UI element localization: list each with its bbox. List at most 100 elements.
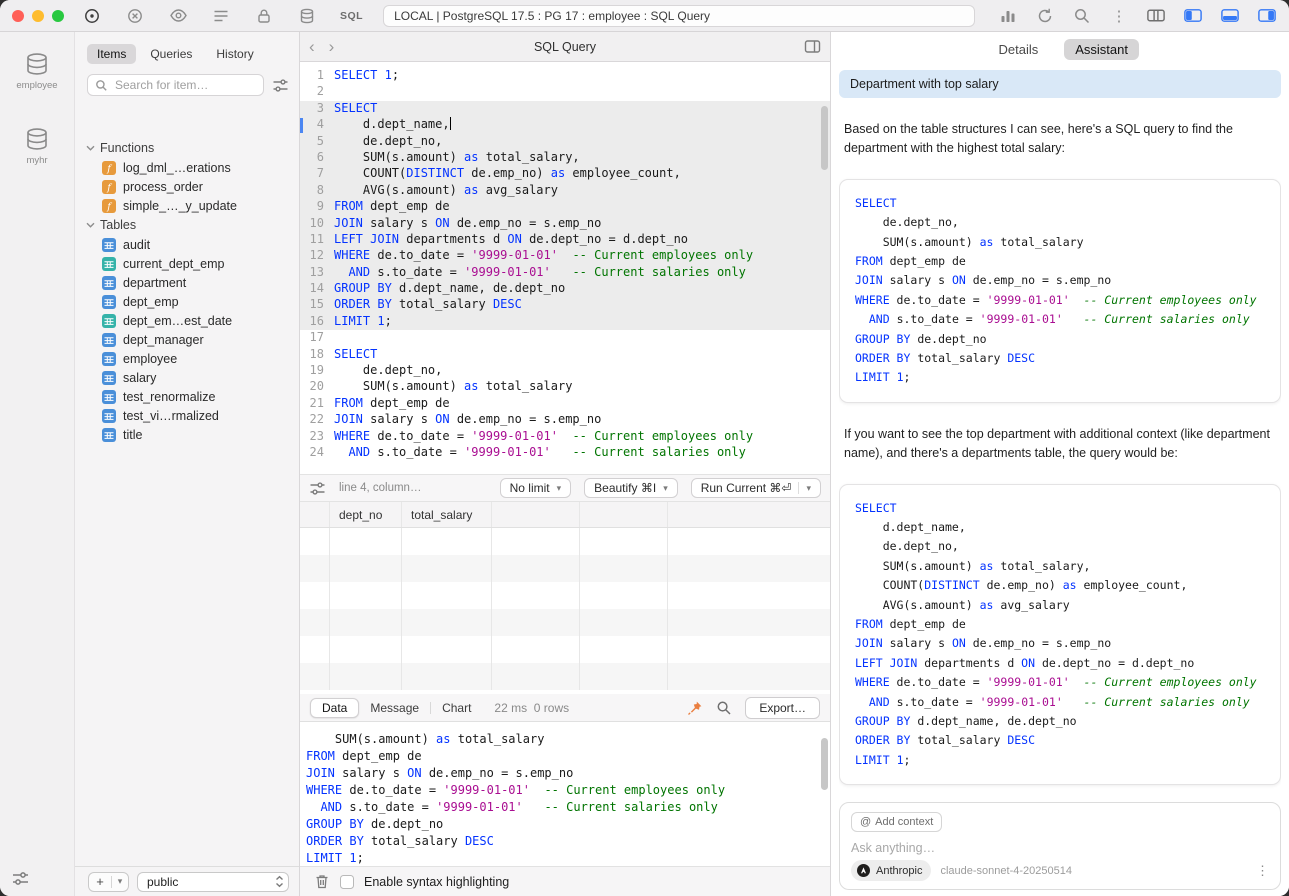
column-header[interactable]: dept_no [330,502,402,527]
minimize-button[interactable] [32,10,44,22]
sidebar-item[interactable]: fsimple_…_y_update [75,196,299,215]
sidebar-item[interactable]: title [75,425,299,444]
search-results-icon[interactable] [716,700,732,716]
kebab-menu-icon[interactable]: ⋮ [1109,6,1129,26]
sidebar-item[interactable]: dept_em…est_date [75,311,299,330]
table-row[interactable] [300,528,830,555]
tab-details[interactable]: Details [999,42,1039,57]
message-panel[interactable]: SUM(s.amount) as total_salaryFROM dept_e… [300,722,830,866]
add-item-button[interactable]: + ▾ [88,872,129,892]
item-label: test_renormalize [123,390,215,404]
sidebar-item[interactable]: employee [75,349,299,368]
sidebar-item[interactable]: dept_manager [75,330,299,349]
search-icon[interactable] [1072,6,1092,26]
syntax-highlighting-checkbox[interactable] [340,875,354,889]
provider-selector[interactable]: Anthropic [851,860,931,881]
editor-line: 16LIMIT 1; [300,314,830,330]
sidebar-item[interactable]: current_dept_emp [75,254,299,273]
item-search[interactable] [87,74,264,96]
chart-icon[interactable] [998,6,1018,26]
code-line: GROUP BY de.dept_no [855,330,1265,349]
table-row[interactable] [300,555,830,582]
sidebar-item[interactable]: department [75,273,299,292]
sidebar-item[interactable]: dept_emp [75,292,299,311]
beautify-dropdown[interactable]: Beautify ⌘I ▾ [584,478,678,498]
forward-icon[interactable]: › [329,38,335,55]
connection-employee[interactable]: employee [0,52,74,91]
editor-tab-header: ‹ › SQL Query [300,32,830,62]
tab-message[interactable]: Message [359,699,430,717]
limit-dropdown[interactable]: No limit ▾ [500,478,572,498]
export-button[interactable]: Export… [745,697,820,719]
filter-icon[interactable] [309,481,326,496]
split-view-icon[interactable] [804,39,821,54]
database-icon[interactable] [297,6,317,26]
close-button[interactable] [12,10,24,22]
chat-composer[interactable]: @ Add context Ask anything… Anthropic cl… [839,802,1281,890]
table-row[interactable] [300,582,830,609]
chevron-down-icon [85,222,95,228]
tab-bar-icon[interactable] [1146,6,1166,26]
schema-select[interactable]: public [137,872,289,892]
editor-line: 2 [300,84,830,100]
editor-line: 5 de.dept_no, [300,134,830,150]
queries-list-icon[interactable] [211,6,231,26]
editor-scrollbar[interactable] [821,106,828,170]
disconnect-icon[interactable] [125,6,145,26]
sidebar-item[interactable]: flog_dml_…erations [75,158,299,177]
search-icon [95,79,108,92]
connection-icon[interactable] [82,6,102,26]
line-number: 16 [300,314,334,328]
tree-section-functions[interactable]: Functions [75,138,299,158]
tab-history[interactable]: History [206,44,263,64]
column-header[interactable]: total_salary [402,502,492,527]
editor-line: 22JOIN salary s ON de.emp_no = s.emp_no [300,412,830,428]
sidebar-item[interactable]: test_vi…rmalized [75,406,299,425]
tree-section-tables[interactable]: Tables [75,215,299,235]
item-label: title [123,428,142,442]
app-window: SQL LOCAL | PostgreSQL 17.5 : PG 17 : em… [0,0,1289,896]
table-row[interactable] [300,663,830,690]
sidebar-item[interactable]: fprocess_order [75,177,299,196]
tab-chart[interactable]: Chart [431,699,482,717]
refresh-icon[interactable] [1035,6,1055,26]
tab-assistant[interactable]: Assistant [1064,39,1139,60]
lock-icon[interactable] [254,6,274,26]
message-scrollbar[interactable] [821,738,828,790]
editor-line: 11LEFT JOIN departments d ON de.dept_no … [300,232,830,248]
results-toolbar: Data Message Chart 22 ms 0 rows Export… [300,694,830,722]
item-label: employee [123,352,177,366]
table-row[interactable] [300,636,830,663]
editor-line: 18SELECT [300,347,830,363]
search-input[interactable] [113,77,256,93]
chat-input-placeholder[interactable]: Ask anything… [851,841,1269,855]
back-icon[interactable]: ‹ [309,38,315,55]
sql-editor[interactable]: 1SELECT 1;23SELECT4 d.dept_name,5 de.dep… [300,62,830,474]
pin-icon[interactable] [687,700,703,716]
filter-icon[interactable] [272,78,289,93]
kebab-menu-icon[interactable]: ⋮ [1256,863,1269,879]
table-row[interactable] [300,609,830,636]
message-line: JOIN salary s ON de.emp_no = s.emp_no [306,765,830,782]
filter-settings-icon[interactable] [11,870,30,887]
line-number: 9 [300,199,334,213]
eye-icon[interactable] [168,6,188,26]
sidebar-item[interactable]: salary [75,368,299,387]
tab-data[interactable]: Data [310,698,359,718]
tab-queries[interactable]: Queries [140,44,202,64]
toggle-bottom-panel-icon[interactable] [1220,6,1240,26]
zoom-button[interactable] [52,10,64,22]
add-context-button[interactable]: @ Add context [851,812,942,832]
trash-icon[interactable] [314,873,330,890]
line-number: 15 [300,297,334,311]
function-icon: f [101,179,116,194]
tab-items[interactable]: Items [87,44,136,64]
table-icon [101,275,116,290]
run-current-button[interactable]: Run Current ⌘⏎ ▾ [691,478,821,498]
toggle-right-panel-icon[interactable] [1257,6,1277,26]
connection-myhr[interactable]: myhr [0,127,74,166]
sidebar-item[interactable]: audit [75,235,299,254]
toggle-left-panel-icon[interactable] [1183,6,1203,26]
code-line: SELECT [855,499,1265,518]
sidebar-item[interactable]: test_renormalize [75,387,299,406]
